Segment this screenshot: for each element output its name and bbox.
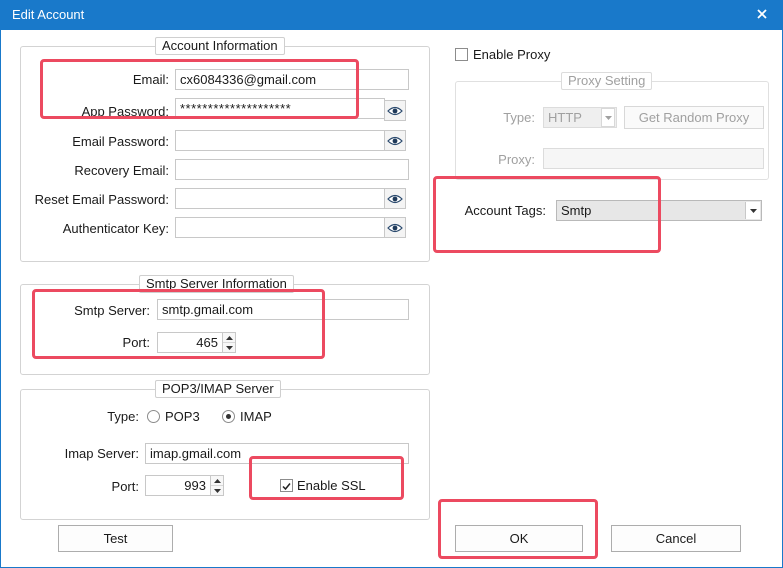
app-password-input[interactable]: ******************** [175, 98, 385, 119]
imap-server-label: Imap Server: [64, 446, 139, 461]
enable-proxy-checkbox[interactable] [455, 48, 468, 61]
app-password-label: App Password: [81, 104, 169, 119]
imap-radio-label: IMAP [240, 409, 272, 424]
reset-email-password-label: Reset Email Password: [34, 192, 169, 207]
imap-port-label: Port: [111, 479, 139, 494]
eye-icon[interactable] [384, 130, 406, 151]
ok-button[interactable]: OK [455, 525, 583, 552]
spin-up-icon[interactable] [223, 333, 235, 342]
spin-up-icon[interactable] [211, 476, 223, 485]
recovery-email-input[interactable] [175, 159, 409, 180]
authenticator-key-input[interactable] [175, 217, 385, 238]
window-border-left [0, 30, 1, 568]
window-title: Edit Account [12, 7, 85, 22]
smtp-server-group: Smtp Server Information [20, 275, 430, 375]
imap-port-stepper[interactable] [210, 475, 224, 496]
proxy-type-label: Type: [503, 110, 535, 125]
eye-icon[interactable] [384, 217, 406, 238]
mail-type-label: Type: [107, 409, 139, 424]
close-icon[interactable] [753, 5, 771, 23]
spin-down-icon[interactable] [223, 342, 235, 352]
reset-email-password-input[interactable] [175, 188, 385, 209]
smtp-port-label: Port: [122, 335, 150, 350]
title-bar: Edit Account [0, 0, 783, 30]
proxy-address-label: Proxy: [498, 152, 535, 167]
enable-ssl-checkbox[interactable] [280, 479, 293, 492]
enable-ssl-label: Enable SSL [297, 478, 366, 493]
smtp-port-stepper[interactable] [222, 332, 236, 353]
cancel-button[interactable]: Cancel [611, 525, 741, 552]
imap-radio[interactable] [222, 410, 235, 423]
imap-server-input[interactable]: imap.gmail.com [145, 443, 409, 464]
proxy-address-input[interactable] [543, 148, 764, 169]
spin-down-icon[interactable] [211, 485, 223, 495]
dropdown-arrow-icon[interactable] [745, 202, 760, 219]
pop3-radio[interactable] [147, 410, 160, 423]
test-button[interactable]: Test [58, 525, 173, 552]
account-tags-value: Smtp [561, 203, 592, 218]
recovery-email-label: Recovery Email: [74, 163, 169, 178]
checkmark-icon [282, 483, 291, 491]
account-tags-label: Account Tags: [464, 203, 546, 218]
edit-account-dialog: Edit Account Account Information Email: … [0, 0, 783, 568]
email-input[interactable]: cx6084336@gmail.com [175, 69, 409, 90]
smtp-server-label: Smtp Server: [74, 303, 150, 318]
smtp-server-legend: Smtp Server Information [139, 275, 294, 293]
eye-icon[interactable] [384, 188, 406, 209]
proxy-setting-legend: Proxy Setting [561, 72, 653, 90]
pop-imap-server-legend: POP3/IMAP Server [155, 380, 281, 398]
get-random-proxy-button[interactable]: Get Random Proxy [624, 106, 764, 129]
smtp-port-input[interactable]: 465 [157, 332, 223, 353]
email-label: Email: [132, 72, 169, 87]
email-password-input[interactable] [175, 130, 385, 151]
imap-port-input[interactable]: 993 [145, 475, 211, 496]
eye-icon[interactable] [384, 100, 406, 121]
account-tags-select[interactable]: Smtp [556, 200, 762, 221]
radio-selected-dot [226, 414, 231, 419]
enable-proxy-label: Enable Proxy [473, 47, 551, 62]
account-information-legend: Account Information [155, 37, 285, 55]
email-password-label: Email Password: [72, 134, 169, 149]
smtp-server-input[interactable]: smtp.gmail.com [157, 299, 409, 320]
pop3-radio-label: POP3 [165, 409, 200, 424]
authenticator-key-label: Authenticator Key: [62, 221, 169, 236]
dropdown-arrow-icon[interactable] [601, 108, 615, 127]
